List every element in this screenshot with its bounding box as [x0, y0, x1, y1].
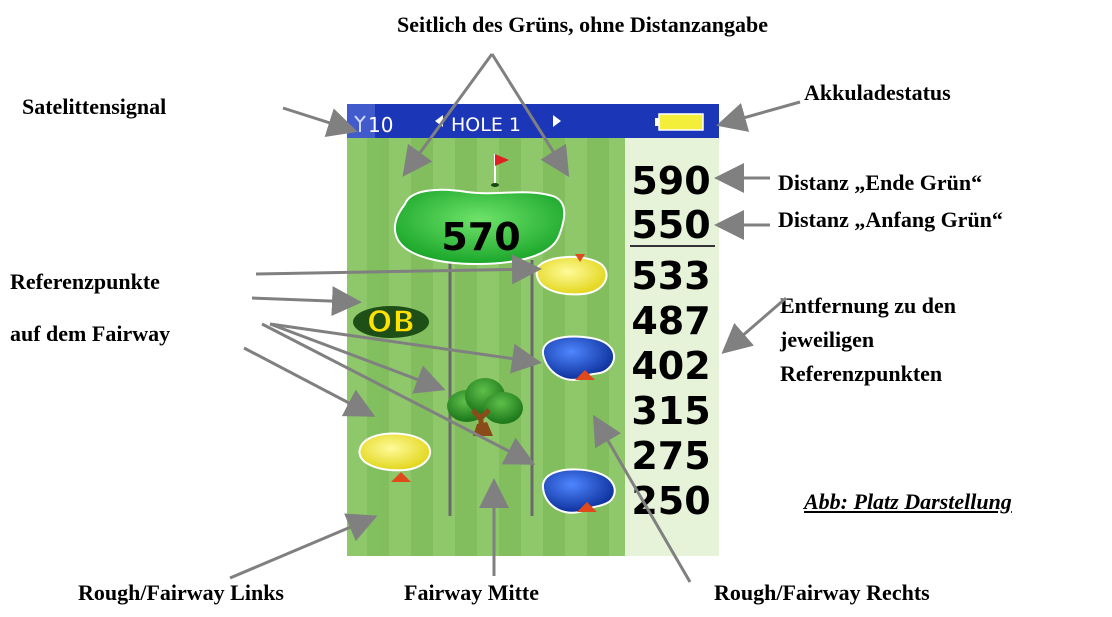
arrow-ref-bunker-left: [243, 346, 376, 417]
arrow-rough-left: [229, 513, 378, 580]
arrow-battery: [716, 100, 801, 132]
arrow-ref-water: [269, 322, 542, 374]
arrow-ref-water-bottom: [261, 322, 536, 465]
arrow-distances-refs: [721, 296, 787, 354]
arrow-satellite: [282, 106, 358, 138]
annotation-arrows: [229, 53, 801, 583]
arrow-ref-tree: [269, 322, 446, 394]
arrow-ref-bunker: [255, 254, 542, 285]
arrow-ref-ob: [251, 286, 362, 317]
arrow-rough-right: [592, 414, 692, 583]
arrow-top-right: [490, 53, 570, 178]
arrow-top-left: [402, 53, 494, 177]
